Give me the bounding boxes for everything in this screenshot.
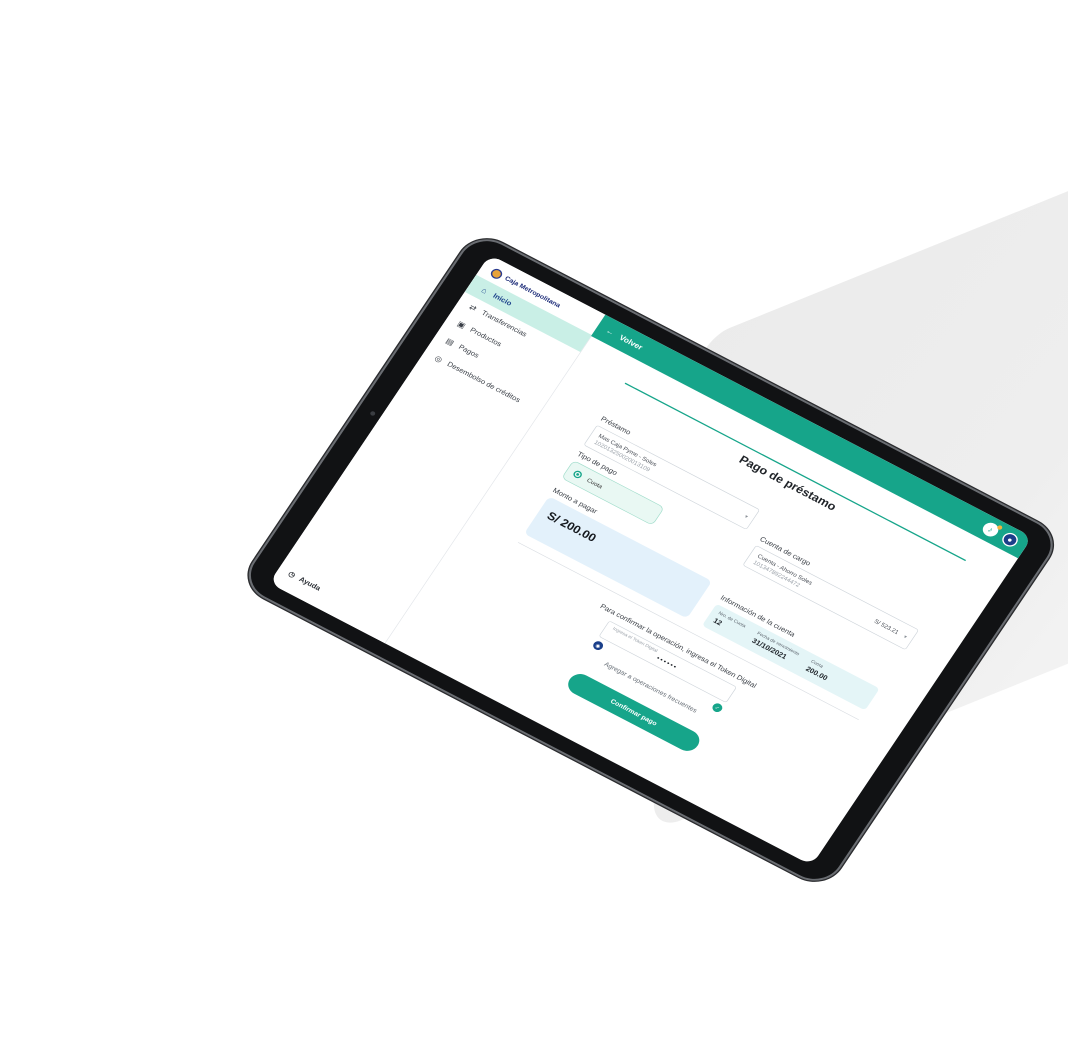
camera-icon bbox=[369, 410, 377, 417]
help-link[interactable]: ◷ Ayuda bbox=[287, 569, 323, 592]
profile-button[interactable]: ● bbox=[999, 530, 1021, 550]
transfer-icon: ⇄ bbox=[467, 302, 479, 313]
notifications-button[interactable]: ♪ bbox=[979, 520, 1004, 539]
charge-account-balance: S/ 523.21 bbox=[873, 617, 901, 636]
back-label: Volver bbox=[617, 333, 645, 352]
payment-type-option-label: Cuota bbox=[585, 477, 604, 490]
notification-badge bbox=[996, 524, 1004, 531]
wallet-icon: ▣ bbox=[455, 319, 468, 331]
arrow-left-icon: ← bbox=[604, 326, 617, 338]
home-icon: ⌂ bbox=[479, 285, 490, 296]
sidebar-item-label: Pagos bbox=[457, 343, 481, 360]
bell-icon: ♪ bbox=[986, 524, 995, 535]
card-icon: ▤ bbox=[444, 336, 457, 348]
installment-no-value: 12 bbox=[711, 617, 724, 628]
money-icon: ◎ bbox=[432, 353, 445, 365]
loan-payment-form: Pago de préstamo Préstamo Mas Caja Pyme … bbox=[457, 382, 967, 811]
help-label: Ayuda bbox=[297, 575, 323, 593]
help-icon: ◷ bbox=[286, 569, 297, 580]
radio-selected-icon bbox=[571, 469, 584, 480]
eye-icon[interactable]: ◉ bbox=[591, 639, 605, 652]
chevron-down-icon: ▾ bbox=[743, 513, 750, 520]
user-icon: ● bbox=[1005, 534, 1015, 545]
info-installment-no: Nro. de Cuota 12 bbox=[711, 611, 747, 638]
logo-icon bbox=[488, 267, 505, 281]
sidebar-item-label: Inicio bbox=[491, 291, 514, 308]
stage: Caja Metropolitana ⌂ Inicio ⇄ Transferen… bbox=[0, 0, 1068, 1048]
check-icon: ✓ bbox=[710, 701, 725, 714]
info-installment: Cuota 200.00 bbox=[803, 659, 832, 683]
